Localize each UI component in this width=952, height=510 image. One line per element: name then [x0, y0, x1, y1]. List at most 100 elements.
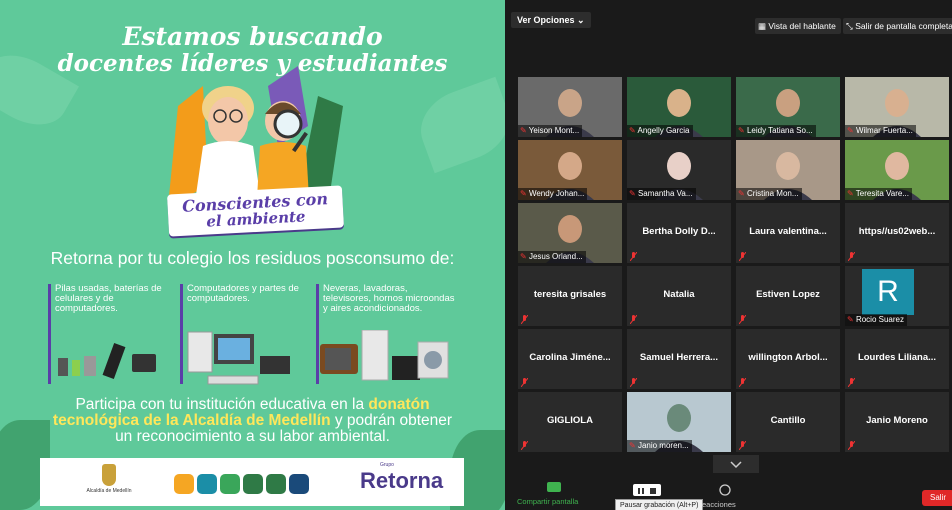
muted-mic-icon: [848, 441, 855, 450]
participant-tile[interactable]: ✎ Angelly Garcia: [627, 77, 731, 137]
participant-label-text: Janio moren...: [637, 441, 689, 450]
participant-tile[interactable]: Janio Moreno: [845, 392, 949, 452]
participant-name: Estiven Lopez: [756, 289, 820, 300]
muted-mic-icon: [630, 315, 637, 324]
view-options-button[interactable]: Ver Opciones ⌄: [511, 12, 591, 28]
participant-tile[interactable]: Samuel Herrera...: [627, 329, 731, 389]
partner-logo-icon: [266, 474, 286, 494]
muted-mic-icon: ✎: [629, 189, 638, 198]
muted-mic-icon: ✎: [520, 189, 529, 198]
category-text: Computadores y partes de computadores.: [187, 283, 299, 304]
muted-mic-icon: ✎: [738, 189, 747, 198]
share-screen-label[interactable]: Compartir pantalla: [517, 497, 578, 506]
participant-name: Natalia: [663, 289, 695, 300]
participant-tile[interactable]: ✎ Yeison Mont...: [518, 77, 622, 137]
participant-tile[interactable]: ✎ Leidy Tatiana So...: [736, 77, 840, 137]
participant-tile[interactable]: Cantillo: [736, 392, 840, 452]
muted-mic-icon: [630, 378, 637, 387]
participant-tile[interactable]: ✎ Wilmar Fuerta...: [845, 77, 949, 137]
alcaldia-logo: Alcaldía de Medellín: [86, 464, 132, 494]
participant-label-text: Angelly Garcia: [637, 126, 690, 135]
category-text: Pilas usadas, baterías de celulares y de…: [55, 283, 162, 314]
participant-tile[interactable]: Estiven Lopez: [736, 266, 840, 326]
chevron-down-icon: [730, 461, 742, 469]
participant-tile[interactable]: willington Arbol...: [736, 329, 840, 389]
zoom-toolbar: Compartir pantalla Pausar grabación (Alt…: [505, 478, 952, 510]
participant-tile[interactable]: ✎ Wendy Johan...: [518, 140, 622, 200]
share-screen-icon[interactable]: [547, 482, 561, 492]
participant-label-text: Yeison Mont...: [528, 126, 580, 135]
participant-label: ✎ Wendy Johan...: [518, 188, 588, 200]
electronics-illustration: [58, 330, 449, 385]
participant-tile[interactable]: ✎ Janio moren...: [627, 392, 731, 452]
participant-tile[interactable]: ✎ Samantha Va...: [627, 140, 731, 200]
participant-name: GIGLIOLA: [547, 415, 593, 426]
participant-tile[interactable]: Bertha Dolly D...: [627, 203, 731, 263]
participant-initial-avatar: R: [862, 269, 914, 315]
participant-tile[interactable]: ✎ Jesus Orland...: [518, 203, 622, 263]
participant-tile[interactable]: https//us02web...: [845, 203, 949, 263]
participant-name: https//us02web...: [858, 226, 936, 237]
muted-mic-icon: ✎: [520, 126, 529, 135]
participant-tile[interactable]: R ✎ Rocio Suarez: [845, 266, 949, 326]
leave-meeting-button[interactable]: Salir: [922, 490, 952, 506]
speaker-view-label: Vista del hablante: [768, 21, 836, 31]
muted-mic-icon: ✎: [847, 126, 856, 135]
muted-mic-icon: [739, 252, 746, 261]
pause-recording-icon[interactable]: [633, 484, 661, 496]
muted-mic-icon: [630, 252, 637, 261]
participant-tile[interactable]: teresita grisales: [518, 266, 622, 326]
pause-recording-tooltip: Pausar grabación (Alt+P): [615, 499, 704, 510]
participant-label-text: Wendy Johan...: [528, 189, 585, 198]
participant-tile[interactable]: ✎ Cristina Mon...: [736, 140, 840, 200]
cta-text-1: Participa con tu institución educativa e…: [75, 396, 365, 413]
zoom-meeting-window: Ver Opciones ⌄ ▦ Vista del hablante ⤡ Sa…: [505, 0, 952, 510]
retorna-logo: Retorna: [360, 468, 444, 493]
alcaldia-text: Alcaldía de Medellín: [86, 488, 132, 494]
exit-fullscreen-icon: ⤡: [846, 21, 853, 31]
muted-mic-icon: [848, 378, 855, 387]
participant-tile[interactable]: Carolina Jiméne...: [518, 329, 622, 389]
partner-logo-icon: [243, 474, 263, 494]
category-text: Neveras, lavadoras, televisores, hornos …: [323, 283, 455, 314]
participant-name: Cantillo: [770, 415, 806, 426]
participant-label: ✎ Cristina Mon...: [736, 188, 802, 200]
participant-label: ✎ Yeison Mont...: [518, 125, 583, 137]
participant-label: ✎ Janio moren...: [627, 440, 692, 452]
participant-tile[interactable]: Lourdes Liliana...: [845, 329, 949, 389]
cta-text-2: y podrán obtener: [334, 412, 453, 429]
muted-mic-icon: [521, 441, 528, 450]
participant-tile[interactable]: Natalia: [627, 266, 731, 326]
medellin-shield-icon: [102, 464, 116, 486]
partner-logo-icon: [220, 474, 240, 494]
cta-highlight-1: donatón: [368, 396, 430, 413]
exit-fullscreen-label: Salir de pantalla completa: [855, 21, 952, 31]
participant-name: Samuel Herrera...: [639, 352, 719, 363]
muted-mic-icon: [848, 252, 855, 261]
participant-label: ✎ Jesus Orland...: [518, 251, 586, 263]
muted-mic-icon: [739, 378, 746, 387]
partner-logo-icon: [197, 474, 217, 494]
muted-mic-icon: ✎: [847, 315, 856, 324]
participant-tile[interactable]: GIGLIOLA: [518, 392, 622, 452]
participant-label-text: Rocio Suarez: [855, 315, 904, 324]
speaker-view-button[interactable]: ▦ Vista del hablante: [755, 18, 841, 34]
participant-tile[interactable]: ✎ Teresita Vare...: [845, 140, 949, 200]
participant-label-text: Teresita Vare...: [855, 189, 909, 198]
participant-tile[interactable]: Laura valentina...: [736, 203, 840, 263]
muted-mic-icon: [521, 378, 528, 387]
exit-fullscreen-button[interactable]: ⤡ Salir de pantalla completa: [843, 18, 952, 34]
muted-mic-icon: [521, 315, 528, 324]
participant-label: ✎ Angelly Garcia: [627, 125, 693, 137]
speaker-view-icon: ▦: [758, 21, 767, 31]
participant-label-text: Wilmar Fuerta...: [855, 126, 913, 135]
participant-label-text: Jesus Orland...: [528, 252, 583, 261]
scroll-down-button[interactable]: [713, 455, 759, 473]
reactions-label[interactable]: eacciones: [702, 500, 736, 509]
participant-name: Bertha Dolly D...: [642, 226, 716, 237]
participant-name: teresita grisales: [533, 289, 607, 300]
reactions-icon[interactable]: [719, 484, 731, 496]
zoom-top-bar: Ver Opciones ⌄ ▦ Vista del hablante ⤡ Sa…: [505, 0, 952, 38]
participant-label-text: Cristina Mon...: [746, 189, 799, 198]
participant-name: Carolina Jiméne...: [529, 352, 611, 363]
